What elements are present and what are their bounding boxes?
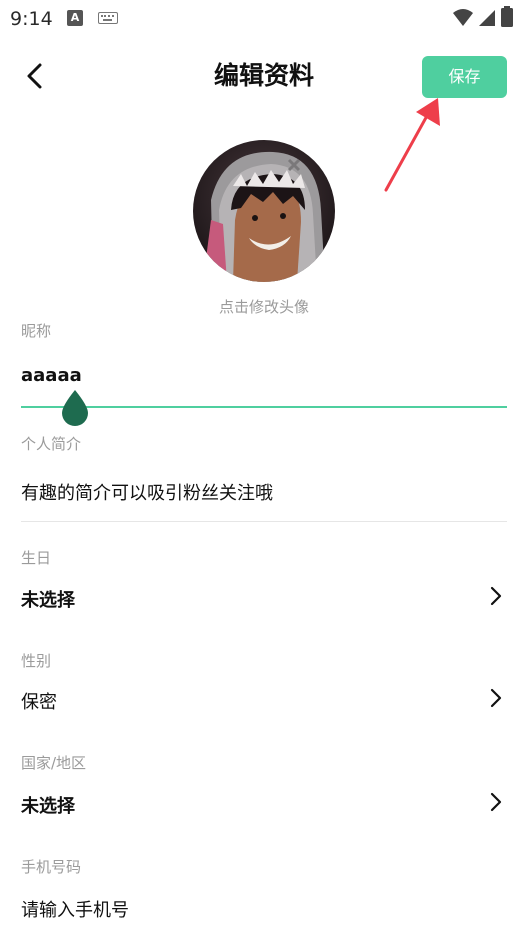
nickname-underline	[21, 406, 507, 408]
text-cursor-handle[interactable]	[58, 388, 92, 428]
bio-input[interactable]: 有趣的简介可以吸引粉丝关注哦	[21, 479, 273, 505]
phone-label: 手机号码	[21, 858, 82, 876]
phone-input[interactable]	[21, 900, 501, 921]
status-time: 9:14	[10, 8, 53, 30]
signal-icon	[479, 10, 495, 26]
chevron-right-icon[interactable]	[486, 688, 506, 708]
wifi-icon	[453, 9, 473, 26]
chevron-right-icon[interactable]	[486, 586, 506, 606]
bio-label: 个人简介	[21, 435, 82, 453]
battery-icon	[501, 6, 513, 27]
gender-label: 性别	[21, 652, 52, 670]
gender-selector[interactable]: 保密	[21, 688, 57, 714]
nickname-label: 昵称	[21, 322, 52, 340]
divider	[21, 521, 507, 522]
region-label: 国家/地区	[21, 754, 87, 772]
save-button[interactable]: 保存	[422, 56, 507, 98]
avatar-image	[193, 140, 335, 282]
keyboard-icon	[98, 12, 118, 24]
nickname-input[interactable]: aaaaa	[21, 365, 82, 386]
avatar[interactable]	[193, 140, 335, 282]
annotation-arrow-icon	[384, 98, 440, 192]
avatar-caption[interactable]: 点击修改头像	[0, 296, 528, 317]
birthday-label: 生日	[21, 549, 52, 567]
region-selector[interactable]: 未选择	[21, 792, 75, 818]
birthday-selector[interactable]: 未选择	[21, 586, 75, 612]
text-a-icon: A	[67, 10, 83, 26]
chevron-right-icon[interactable]	[486, 792, 506, 812]
